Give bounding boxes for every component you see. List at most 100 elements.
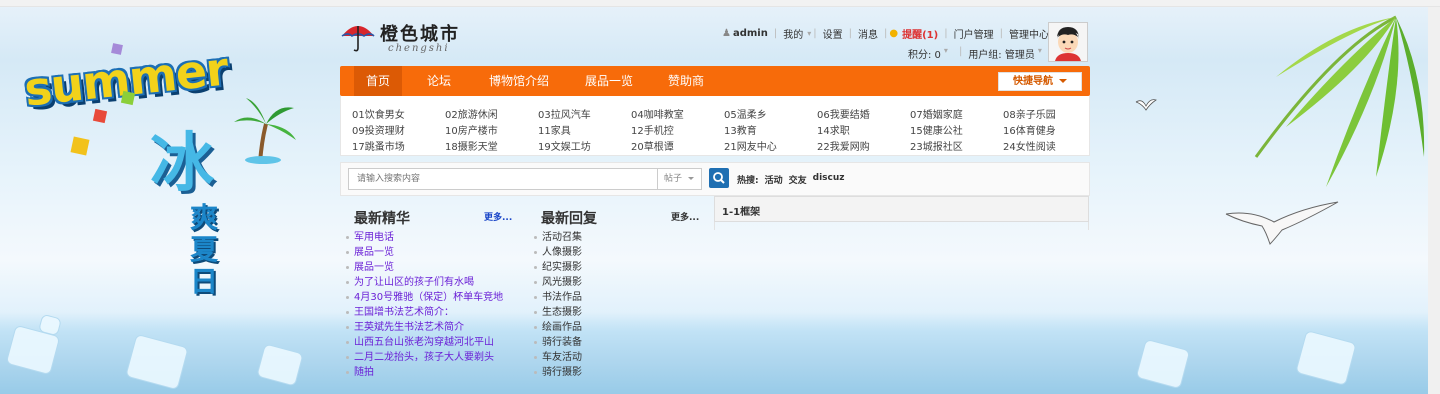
page-scrollbar[interactable]: [1428, 7, 1440, 394]
list-item[interactable]: 车友活动: [534, 350, 582, 365]
list-item[interactable]: 展品一览: [346, 245, 503, 260]
search-type-label: 帖子: [664, 174, 683, 184]
nav-item-home[interactable]: 首页: [354, 66, 402, 96]
quick-nav-button[interactable]: 快捷导航: [998, 72, 1082, 91]
divider: |: [773, 27, 778, 39]
category-link[interactable]: 16体育健身: [1003, 122, 1056, 137]
portal-admin-link[interactable]: 门户管理: [950, 26, 998, 41]
user-icon: ♟: [722, 27, 731, 39]
divider: |: [944, 27, 948, 39]
list-item[interactable]: 骑行装备: [534, 335, 582, 350]
category-link[interactable]: 17跳蚤市场: [352, 138, 405, 153]
nav-item-museum[interactable]: 博物馆介绍: [482, 66, 556, 96]
admin-center-link[interactable]: 管理中心: [1005, 26, 1053, 41]
category-link[interactable]: 06我要结婚: [817, 106, 870, 121]
user-avatar[interactable]: [1048, 22, 1088, 62]
decor-cube-green: [120, 90, 136, 106]
site-logo[interactable]: 橙色城市 chengshi: [340, 18, 510, 58]
umbrella-logo-icon: [341, 26, 375, 52]
category-link[interactable]: 13教育: [724, 122, 757, 137]
list-item[interactable]: 4月30号雅驰（保定）杯单车竞地: [346, 290, 503, 305]
category-link[interactable]: 14求职: [817, 122, 850, 137]
latest-featured-more-link[interactable]: 更多...: [484, 210, 512, 223]
hot-term[interactable]: discuz: [813, 173, 845, 186]
chevron-down-icon: [688, 177, 695, 180]
category-link[interactable]: 21网友中心: [724, 138, 777, 153]
frame-block-body: [714, 222, 1089, 230]
list-item[interactable]: 风光摄影: [534, 275, 582, 290]
category-link[interactable]: 22我爱网购: [817, 138, 870, 153]
hot-label: 热搜:: [737, 176, 759, 186]
category-link[interactable]: 11家具: [538, 122, 571, 137]
search-button[interactable]: [709, 168, 729, 188]
vertical-char: 爽: [189, 201, 218, 234]
list-item[interactable]: 二月二龙抬头，孩子大人要剃头: [346, 350, 503, 365]
decor-cube-yellow: [70, 136, 90, 156]
list-item[interactable]: 纪实摄影: [534, 260, 582, 275]
nav-item-exhibits[interactable]: 展品一览: [578, 66, 640, 96]
category-link[interactable]: 01饮食男女: [352, 106, 405, 121]
water-background: [0, 312, 1440, 394]
summer-wordart: summer: [21, 41, 231, 117]
main-nav: 首页 论坛 博物馆介绍 展品一览 赞助商: [340, 66, 1090, 96]
frame-block-header: [714, 196, 1089, 222]
category-link[interactable]: 03拉风汽车: [538, 106, 591, 121]
list-item[interactable]: 随拍: [346, 365, 503, 380]
list-item[interactable]: 生态摄影: [534, 305, 582, 320]
hot-term[interactable]: 活动: [765, 173, 783, 186]
latest-replies-more-link[interactable]: 更多...: [671, 210, 699, 223]
points-link[interactable]: 积分: 0: [905, 46, 944, 61]
category-link[interactable]: 12手机控: [631, 122, 674, 137]
quick-nav-label: 快捷导航: [1013, 76, 1053, 87]
chevron-down-icon: ▾: [1037, 46, 1042, 55]
category-link[interactable]: 09投资理财: [352, 122, 405, 137]
settings-link[interactable]: 设置: [819, 26, 847, 41]
category-link[interactable]: 15健康公社: [910, 122, 963, 137]
search-type-select[interactable]: 帖子: [658, 168, 702, 190]
category-link[interactable]: 24女性阅读: [1003, 138, 1056, 153]
category-link[interactable]: 20草根谭: [631, 138, 674, 153]
lightbulb-icon: ●: [889, 27, 899, 39]
reminder-link[interactable]: 提醒(1): [898, 26, 942, 41]
category-link[interactable]: 18摄影天堂: [445, 138, 498, 153]
browser-top-strip: [0, 0, 1440, 7]
list-item[interactable]: 山西五台山张老沟穿越河北平山: [346, 335, 503, 350]
list-item[interactable]: 展品一览: [346, 260, 503, 275]
list-item[interactable]: 军用电话: [346, 230, 503, 245]
list-item[interactable]: 绘画作品: [534, 320, 582, 335]
latest-replies-title: 最新回复: [541, 211, 597, 227]
category-link[interactable]: 08亲子乐园: [1003, 106, 1056, 121]
category-link[interactable]: 04咖啡教室: [631, 106, 684, 121]
nav-item-sponsors[interactable]: 赞助商: [662, 66, 710, 96]
messages-link[interactable]: 消息: [854, 26, 882, 41]
my-menu-link[interactable]: 我的: [779, 26, 807, 41]
hot-term[interactable]: 交友: [789, 173, 807, 186]
search-input[interactable]: [348, 168, 658, 190]
category-link[interactable]: 02旅游休闲: [445, 106, 498, 121]
chevron-down-icon: [1059, 79, 1067, 83]
seagull-large-icon: [1225, 201, 1339, 245]
category-link[interactable]: 10房产楼市: [445, 122, 498, 137]
latest-replies-list: 活动召集 人像摄影 纪实摄影 风光摄影 书法作品 生态摄影 绘画作品 骑行装备 …: [534, 230, 582, 380]
list-item[interactable]: 王国增书法艺术简介：: [346, 305, 503, 320]
latest-featured-list: 军用电话 展品一览 展品一览 为了让山区的孩子们有水喝 4月30号雅驰（保定）杯…: [346, 230, 503, 380]
list-item[interactable]: 活动召集: [534, 230, 582, 245]
list-item[interactable]: 骑行摄影: [534, 365, 582, 380]
list-item[interactable]: 王英斌先生书法艺术简介: [346, 320, 503, 335]
category-link[interactable]: 05温柔乡: [724, 106, 767, 121]
list-item[interactable]: 书法作品: [534, 290, 582, 305]
bing-wordart: 冰: [150, 126, 214, 201]
user-stats: 积分: 0 ▾ | 用户组: 管理员 ▾: [905, 46, 1042, 61]
category-link[interactable]: 19文娱工坊: [538, 138, 591, 153]
category-link[interactable]: 07婚姻家庭: [910, 106, 963, 121]
username-link[interactable]: admin: [733, 28, 772, 39]
nav-item-forum[interactable]: 论坛: [418, 66, 460, 96]
list-item[interactable]: 为了让山区的孩子们有水喝: [346, 275, 503, 290]
category-link[interactable]: 23城报社区: [910, 138, 963, 153]
list-item[interactable]: 人像摄影: [534, 245, 582, 260]
avatar-face-icon: [1049, 23, 1087, 61]
vertical-wordart: 爽 夏 日: [186, 202, 222, 298]
vertical-char: 日: [189, 265, 218, 298]
usergroup-link[interactable]: 用户组: 管理员: [965, 46, 1038, 61]
user-toolbar: ♟ admin | 我的 ▾ | 设置 | 消息 | ● 提醒(1) | 门户管…: [722, 26, 1088, 41]
